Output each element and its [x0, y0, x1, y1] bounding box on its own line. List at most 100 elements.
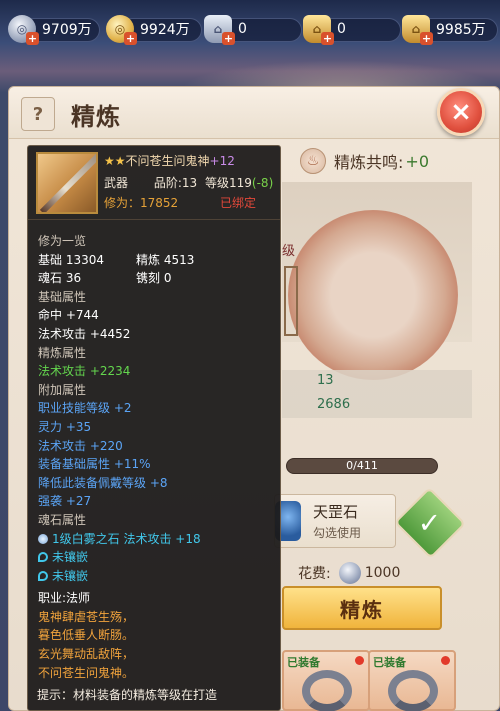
poem-line: 暮色低垂人断肠。: [38, 628, 135, 643]
refine-attr: 法术攻击 +2234: [38, 364, 131, 379]
refine-resonance[interactable]: ♨ 精炼共鸣: +0: [300, 146, 490, 176]
ring-icon: [302, 670, 352, 711]
item-name-row: ★★不问苍生问鬼神+12: [104, 152, 235, 169]
weapon-icon: [36, 152, 98, 214]
preview-item-frame: [284, 266, 298, 336]
item-plus: +12: [209, 154, 235, 168]
material-name: 天罡石: [313, 503, 359, 521]
poem-line: 玄光舞动乱敌阵，: [38, 647, 135, 662]
currency-gold-ingot[interactable]: ⌂ + 0: [303, 14, 401, 45]
item-info-row: 武器 品阶:13 等级119(-8): [104, 174, 273, 191]
extra-attr: 装备基础属性 +11%: [38, 457, 151, 472]
currency-gold-ingot-2[interactable]: ⌂ + 9985万: [402, 14, 498, 45]
preview-level-tag: 级: [282, 244, 296, 259]
item-cultivation: 修为：17852: [104, 196, 179, 210]
item-name: 不问苍生问鬼神: [125, 154, 210, 168]
resonance-value: +0: [405, 151, 429, 171]
preview-glow-ring: [288, 210, 458, 380]
material-card[interactable]: 天罡石 勾选使用: [274, 494, 396, 548]
extra-attr: 法术攻击 +220: [38, 438, 123, 453]
add-silver-icon[interactable]: +: [26, 32, 39, 45]
poem-line: 鬼神肆虐苍生殇，: [38, 609, 135, 624]
tooltip-header: ★★不问苍生问鬼神+12 武器 品阶:13 等级119(-8) 修为：17852…: [28, 146, 280, 220]
item-level-delta: (-8): [251, 176, 274, 190]
refine-cost: 花费: 1000: [298, 562, 400, 584]
refine-progress-bar: 0/411: [286, 458, 438, 474]
equipped-slot[interactable]: 已装备: [282, 650, 370, 711]
overview-row: 魂石 36 镌刻 0: [38, 269, 276, 288]
profession: 职业:法师: [38, 591, 91, 606]
help-button[interactable]: ?: [21, 97, 55, 131]
empty-socket-icon: [38, 570, 48, 581]
currency-gold[interactable]: ◎ + 9924万: [106, 14, 202, 45]
add-silver-ingot-icon[interactable]: +: [222, 32, 235, 45]
item-tooltip: ★★不问苍生问鬼神+12 武器 品阶:13 等级119(-8) 修为：17852…: [27, 145, 281, 711]
item-stars: ★★: [104, 154, 126, 168]
extra-attr: 灵力 +35: [38, 419, 92, 434]
red-dot-icon: [355, 656, 364, 665]
soulstone-text: 1级白雾之石 法术攻击 +18: [52, 531, 201, 546]
resonance-label: 精炼共鸣:: [334, 153, 404, 172]
soulstone-slot: 1级白雾之石 法术攻击 +18: [38, 530, 276, 549]
item-status-row: 修为：17852 已绑定: [104, 194, 256, 211]
preview-stat-value: 2686: [317, 397, 351, 412]
base-attr: 命中 +744: [38, 308, 99, 323]
section-soulstone: 魂石属性: [38, 512, 87, 527]
refine-button[interactable]: 精炼: [282, 586, 442, 630]
silver-coin-icon: [338, 562, 361, 584]
preview-stat-value: 13: [317, 373, 334, 388]
progress-text: 0/411: [346, 459, 378, 472]
red-dot-icon: [441, 656, 450, 665]
currency-value: 9709万: [42, 22, 92, 38]
add-gold-icon[interactable]: +: [124, 32, 137, 45]
overview-engrave: 镌刻 0: [136, 271, 172, 286]
soulstone-text: 未镶嵌: [52, 550, 89, 565]
tooltip-tip: 提示：材料装备的精炼等级在打造: [37, 688, 218, 702]
panel-header: ? 精炼: [9, 87, 499, 139]
item-level-label: 等级: [205, 176, 230, 190]
overview-base: 基础 13304: [38, 252, 104, 267]
panel-title: 精炼: [71, 103, 121, 131]
currency-silver-ingot[interactable]: ⌂ + 0: [204, 14, 302, 45]
resonance-icon: ♨: [300, 148, 326, 174]
preview-stat-row: 13: [282, 370, 472, 394]
add-gold-ingot-icon[interactable]: +: [321, 32, 334, 45]
ring-icon: [388, 670, 438, 711]
soulstone-text: 未镶嵌: [52, 568, 89, 583]
overview-refine: 精炼 4513: [136, 252, 195, 267]
cost-label: 花费:: [298, 566, 331, 582]
cost-value: 1000: [364, 565, 401, 581]
base-attr: 法术攻击 +4452: [38, 326, 131, 341]
currency-value: 9924万: [140, 22, 190, 38]
section-base-attr: 基础属性: [38, 289, 87, 304]
overview-row: 基础 13304 精炼 4513: [38, 251, 276, 270]
close-button[interactable]: ×: [437, 88, 485, 136]
extra-attr: 降低此装备佩戴等级 +8: [38, 475, 168, 490]
item-type: 武器: [104, 176, 129, 190]
equipped-tag: 已装备: [287, 656, 320, 669]
section-refine-attr: 精炼属性: [38, 345, 87, 360]
item-bound: 已绑定: [220, 196, 257, 210]
currency-value: 0: [337, 21, 346, 37]
currency-value: 0: [238, 21, 247, 37]
item-level-value: 119: [229, 176, 252, 190]
extra-attr: 强袭 +27: [38, 494, 92, 509]
item-quality: 品阶:13: [153, 176, 198, 190]
currency-bar: ◎ + 9709万 ◎ + 9924万 ⌂ + 0 ⌂ + 0 ⌂ + 9985…: [0, 10, 500, 56]
equipped-slot[interactable]: 已装备: [368, 650, 456, 711]
white-mist-stone-icon: [38, 533, 48, 544]
currency-value: 9985万: [436, 22, 486, 38]
tooltip-body: 修为一览 基础 13304 精炼 4513 魂石 36 镌刻 0 基础属性 命中…: [38, 232, 276, 682]
section-overview: 修为一览: [38, 234, 87, 248]
check-icon: ✓: [418, 506, 442, 540]
poem-line: 不问苍生问鬼神。: [38, 665, 135, 680]
section-extra-attr: 附加属性: [38, 382, 87, 397]
soulstone-slot: 未镶嵌: [38, 548, 276, 567]
overview-soulstone: 魂石 36: [38, 271, 82, 286]
soulstone-slot: 未镶嵌: [38, 567, 276, 586]
extra-attr: 职业技能等级 +2: [38, 401, 132, 416]
add-gold-ingot-2-icon[interactable]: +: [420, 32, 433, 45]
material-hint: 勾选使用: [313, 526, 362, 540]
equipped-tag: 已装备: [373, 656, 406, 669]
currency-silver[interactable]: ◎ + 9709万: [8, 14, 100, 45]
